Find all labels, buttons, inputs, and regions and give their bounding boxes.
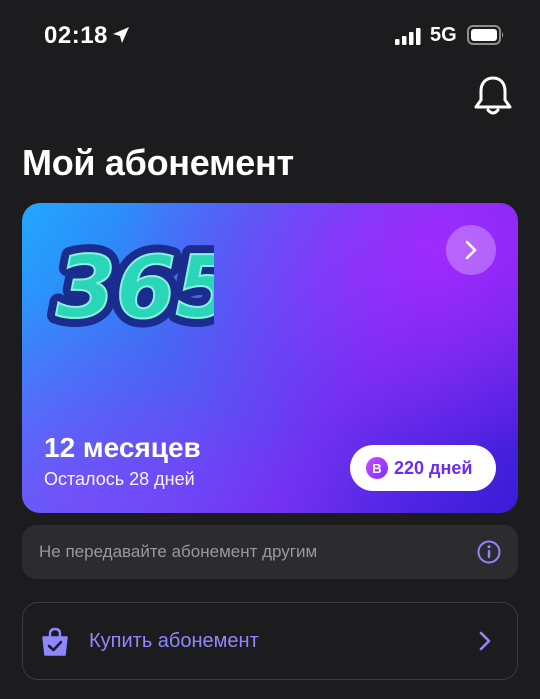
chevron-right-icon — [479, 631, 491, 651]
network-type-label: 5G — [430, 24, 457, 46]
notifications-button[interactable] — [472, 74, 514, 118]
info-icon[interactable] — [477, 540, 501, 564]
shopping-bag-icon — [42, 627, 68, 656]
subscription-card[interactable]: 365 365 12 месяцев Осталось 28 дней B 22… — [22, 203, 518, 513]
365-logo: 365 365 — [47, 229, 214, 343]
bell-icon — [474, 76, 512, 115]
battery-icon — [467, 25, 504, 45]
buy-subscription-button[interactable]: Купить абонемент — [22, 602, 518, 680]
bonus-days-label: 220 дней — [394, 457, 473, 478]
subscription-period: 12 месяцев — [44, 432, 201, 463]
notice-banner: Не передавайте абонемент другим — [22, 525, 518, 579]
days-remaining: Осталось 28 дней — [44, 469, 195, 489]
status-time: 02:18 — [44, 22, 108, 49]
buy-subscription-label: Купить абонемент — [89, 630, 259, 652]
status-bar: 02:18 5G — [0, 0, 540, 72]
bonus-days-badge[interactable]: B 220 дней — [350, 445, 496, 491]
card-open-button[interactable] — [446, 225, 496, 275]
chevron-right-icon — [465, 240, 477, 260]
signal-bars-icon — [395, 28, 421, 45]
page-title: Мой абонемент — [22, 142, 294, 183]
bonus-coin-icon: B — [366, 457, 388, 479]
logo-text: 365 — [56, 238, 214, 338]
notice-text: Не передавайте абонемент другим — [39, 542, 318, 561]
location-arrow-icon — [113, 27, 129, 43]
